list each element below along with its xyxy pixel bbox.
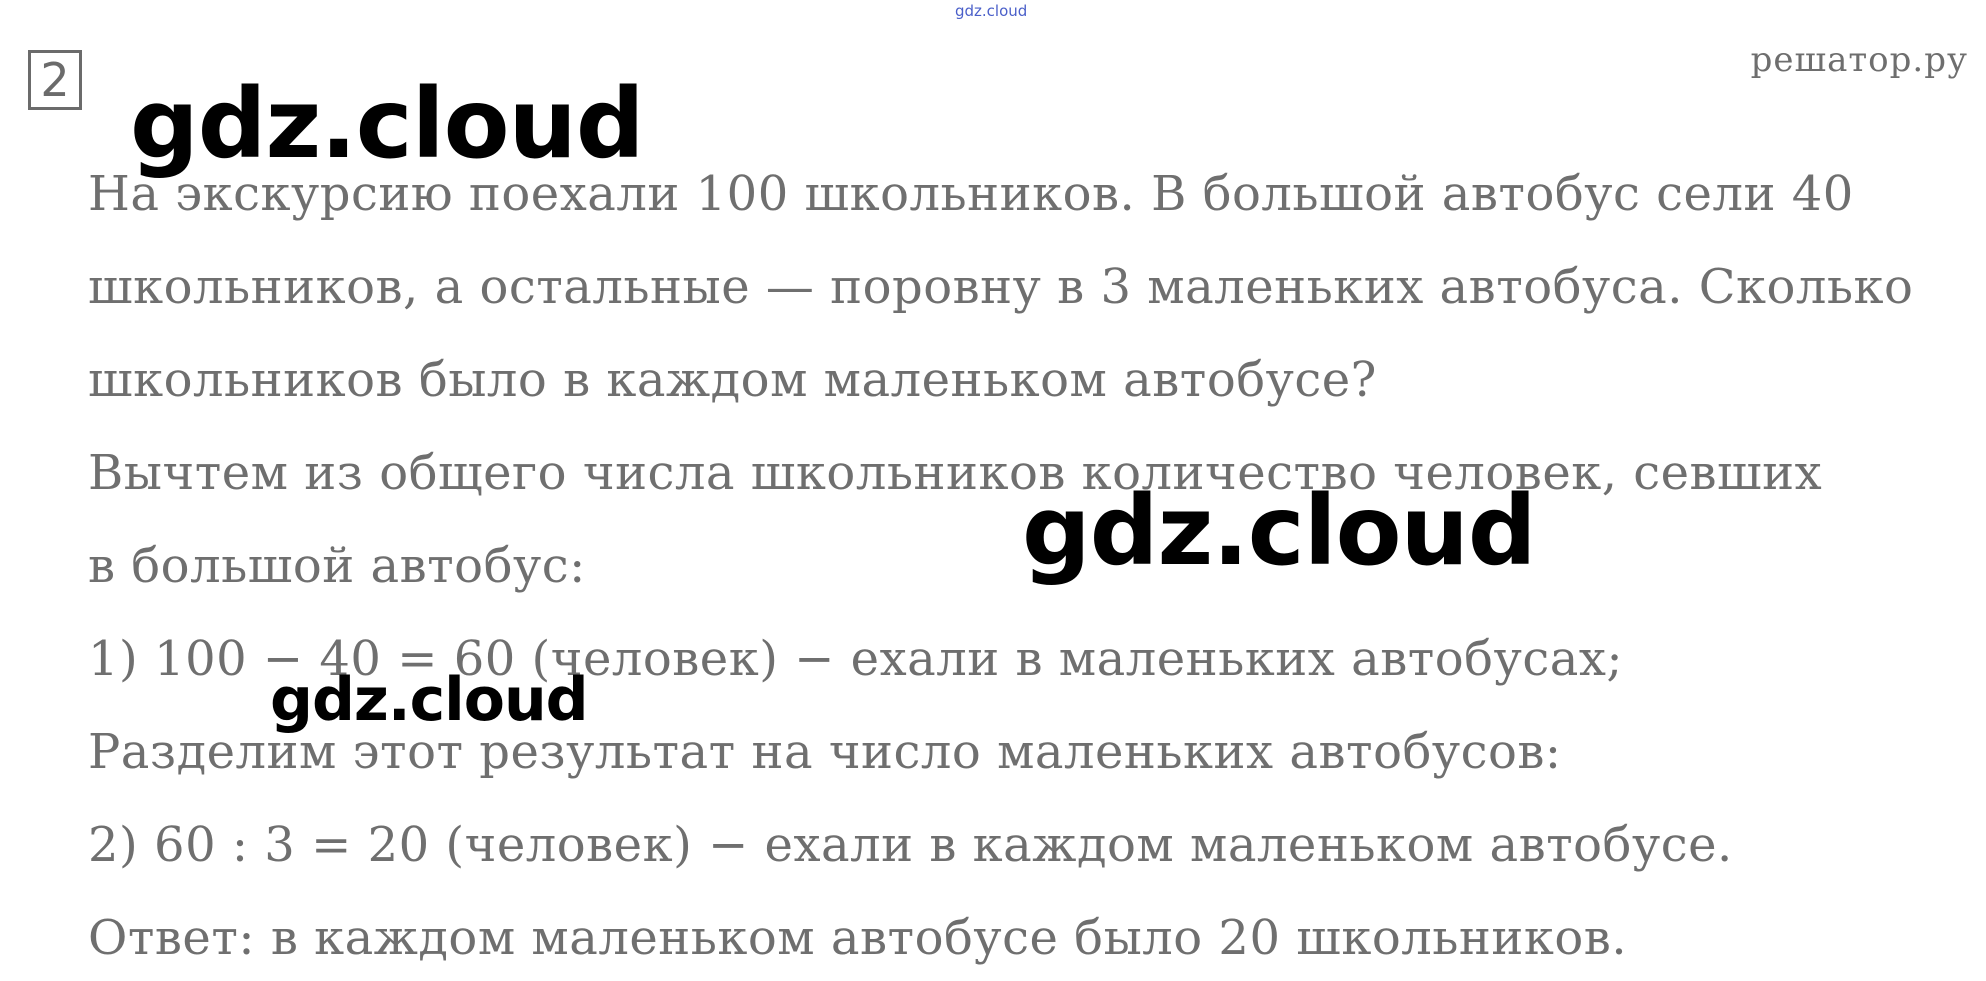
task-number-badge: 2: [28, 50, 82, 110]
site-label: решатор.ру: [1750, 40, 1968, 80]
watermark-primary: gdz.cloud: [130, 68, 645, 180]
problem-line-2: школьников, а остальные — поровну в 3 ма…: [88, 259, 1914, 315]
watermark-middle: gdz.cloud: [1022, 475, 1537, 587]
problem-line-3: школьников было в каждом маленьком автоб…: [88, 352, 1377, 408]
document-page: gdz.cloud 2 решатор.ру gdz.cloud gdz.clo…: [0, 0, 1986, 981]
top-watermark-text: gdz.cloud: [955, 2, 1028, 20]
solution-step-2: 2) 60 : 3 = 20 (человек) − ехали в каждо…: [88, 817, 1733, 873]
watermark-small: gdz.cloud: [270, 665, 589, 735]
answer-line: Ответ: в каждом маленьком автобусе было …: [88, 910, 1628, 966]
